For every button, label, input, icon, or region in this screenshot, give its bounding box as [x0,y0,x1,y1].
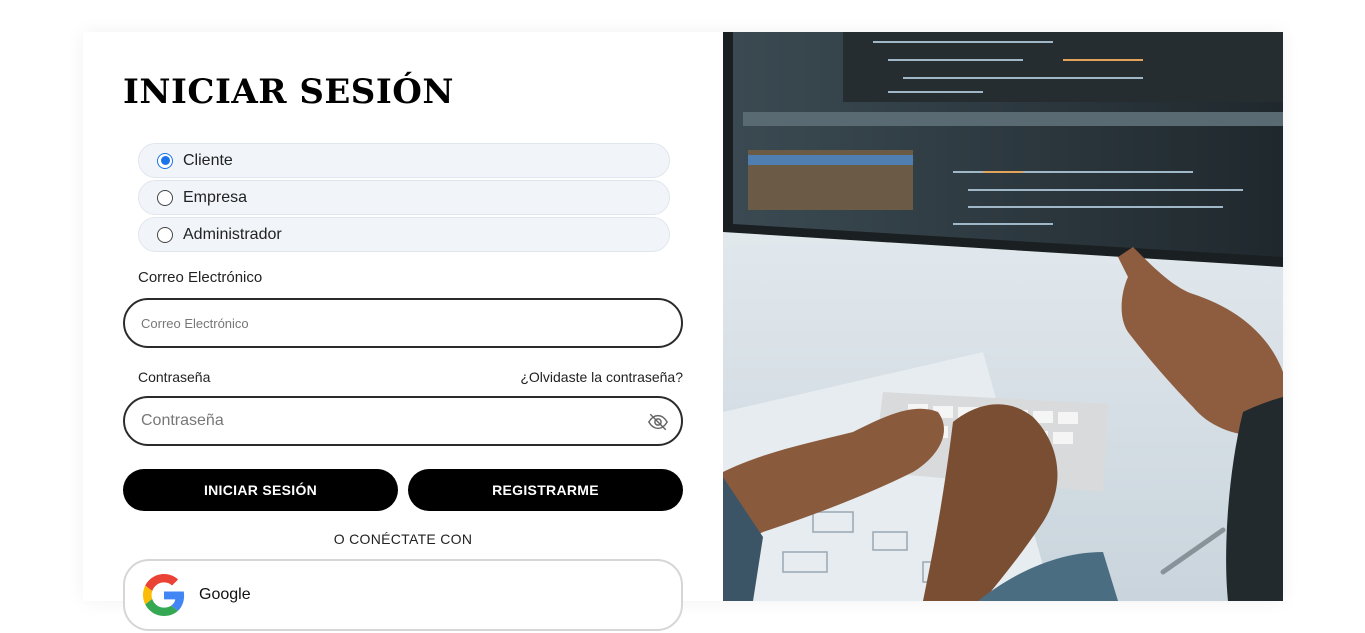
email-input[interactable] [141,315,621,331]
forgot-password-link[interactable]: ¿Olvidaste la contraseña? [520,369,683,385]
radio-cliente[interactable] [157,152,173,169]
role-label-administrador: Administrador [183,225,282,243]
password-label: Contraseña [138,369,211,385]
radio-administrador[interactable] [157,226,173,243]
role-label-cliente: Cliente [183,151,233,169]
password-field-wrapper [123,396,683,446]
developer-coding-photo [723,32,1283,601]
role-option-cliente[interactable]: Cliente [138,143,670,178]
radio-empresa[interactable] [157,189,173,206]
google-logo-icon [143,574,185,616]
login-card: INICIAR SESIÓN Cliente Empresa Administr… [83,32,1283,631]
google-login-button[interactable]: Google [123,559,683,631]
role-option-empresa[interactable]: Empresa [138,180,670,215]
page-title: INICIAR SESIÓN [123,72,454,112]
role-label-empresa: Empresa [183,188,248,206]
login-button[interactable]: INICIAR SESIÓN [123,469,398,511]
google-label: Google [199,586,251,603]
register-button[interactable]: REGISTRARME [408,469,683,511]
login-form-panel: INICIAR SESIÓN Cliente Empresa Administr… [83,32,723,631]
role-option-administrador[interactable]: Administrador [138,217,670,252]
email-field-wrapper [123,298,683,348]
email-label: Correo Electrónico [138,269,263,286]
connect-with-divider: O CONÉCTATE CON [333,531,473,547]
hero-image [723,32,1283,601]
password-input[interactable] [141,412,621,430]
eye-off-icon[interactable] [647,411,669,433]
